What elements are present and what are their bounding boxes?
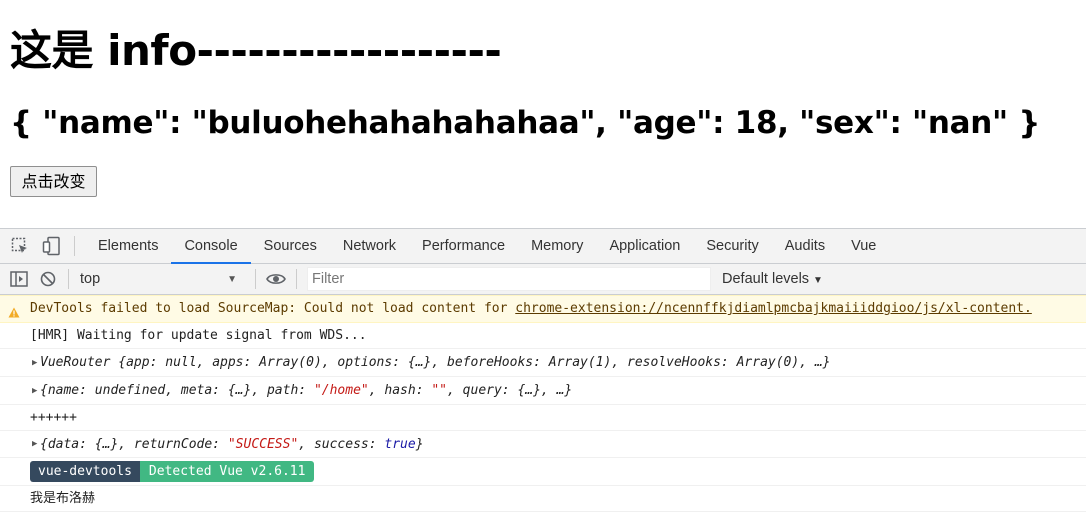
console-line-vue-devtools: vue-devtools Detected Vue v2.6.11 [0, 458, 1086, 486]
filterbar-divider [255, 269, 256, 289]
console-line-plus: ++++++ [0, 405, 1086, 431]
info-heading: 这是 info------------------ [10, 26, 502, 75]
live-expression-eye-icon[interactable] [266, 269, 286, 289]
hmr-text: [HMR] Waiting for update signal from WDS… [30, 328, 367, 343]
context-value: top [80, 271, 101, 287]
response-text: , success: [298, 437, 385, 452]
devtools-panel: Elements Console Sources Network Perform… [0, 228, 1086, 513]
success-value: true [384, 437, 416, 452]
chevron-down-icon: ▼ [813, 275, 823, 286]
console-line-router[interactable]: ▶ VueRouter {app: null, apps: Array(0), … [0, 349, 1086, 377]
change-button[interactable]: 点击改变 [10, 166, 97, 197]
log-levels-label: Default levels [722, 271, 810, 287]
clear-console-icon[interactable] [38, 269, 58, 289]
chevron-down-icon: ▼ [227, 273, 237, 285]
tab-security[interactable]: Security [693, 229, 771, 263]
filter-input[interactable]: Filter [307, 267, 711, 291]
console-filterbar: top ▼ Filter Default levels ▼ [0, 264, 1086, 295]
route-text: , query: {…}, …} [447, 383, 573, 398]
tab-network[interactable]: Network [330, 229, 409, 263]
tab-audits[interactable]: Audits [772, 229, 838, 263]
device-toolbar-icon[interactable] [42, 236, 62, 256]
response-text: {data: {…}, returnCode: [40, 437, 228, 452]
inspect-element-icon[interactable] [10, 236, 30, 256]
console-line-route[interactable]: ▶ {name: undefined, meta: {…}, path: "/h… [0, 377, 1086, 405]
filterbar-divider [296, 269, 297, 289]
console-line-response[interactable]: ▶ {data: {…}, returnCode: "SUCCESS", suc… [0, 431, 1086, 458]
vue-version-badge: Detected Vue v2.6.11 [139, 461, 315, 482]
expand-arrow-icon[interactable]: ▶ [32, 349, 37, 376]
context-select[interactable]: top ▼ [75, 267, 245, 291]
show-sidebar-icon[interactable] [9, 269, 29, 289]
response-text: } [415, 437, 424, 452]
filterbar-divider [68, 269, 69, 289]
tab-application[interactable]: Application [596, 229, 693, 263]
router-props: {app: null, apps: Array(0), options: {…}… [110, 355, 831, 370]
devtools-tabbar: Elements Console Sources Network Perform… [0, 229, 1086, 264]
tab-elements[interactable]: Elements [85, 229, 171, 263]
console-warning: DevTools failed to load SourceMap: Could… [0, 295, 1086, 323]
tab-performance[interactable]: Performance [409, 229, 518, 263]
sourcemap-link[interactable]: chrome-extension://ncennffkjdiamlpmcbajk… [515, 301, 1032, 316]
tab-console[interactable]: Console [171, 229, 251, 264]
return-code-value: "SUCCESS" [227, 437, 299, 452]
route-hash-value: "" [431, 383, 448, 398]
log-levels-select[interactable]: Default levels ▼ [722, 271, 823, 287]
warning-icon [8, 302, 20, 322]
expand-arrow-icon[interactable]: ▶ [32, 431, 37, 457]
route-path-value: "/home" [313, 383, 369, 398]
page-content: 这是 info------------------ { "name": "bul… [0, 0, 1086, 228]
json-display: { "name": "buluohehahahahahaa", "age": 1… [10, 105, 1041, 141]
route-text: {name: undefined, meta: {…}, path: [40, 383, 314, 398]
console-output: DevTools failed to load SourceMap: Could… [0, 295, 1086, 512]
log-text: 我是布洛赫 [30, 491, 96, 506]
toolbar-divider [74, 236, 75, 256]
tab-memory[interactable]: Memory [518, 229, 596, 263]
tab-sources[interactable]: Sources [251, 229, 330, 263]
vue-devtools-badge: vue-devtools [30, 461, 140, 482]
router-class: VueRouter [40, 355, 111, 370]
tab-vue[interactable]: Vue [838, 229, 889, 263]
route-text: , hash: [368, 383, 432, 398]
expand-arrow-icon[interactable]: ▶ [32, 377, 37, 404]
console-line-hmr: [HMR] Waiting for update signal from WDS… [0, 323, 1086, 349]
warning-text: DevTools failed to load SourceMap: Could… [30, 301, 516, 316]
plus-text: ++++++ [30, 410, 77, 425]
console-line-log: 我是布洛赫 [0, 486, 1086, 512]
